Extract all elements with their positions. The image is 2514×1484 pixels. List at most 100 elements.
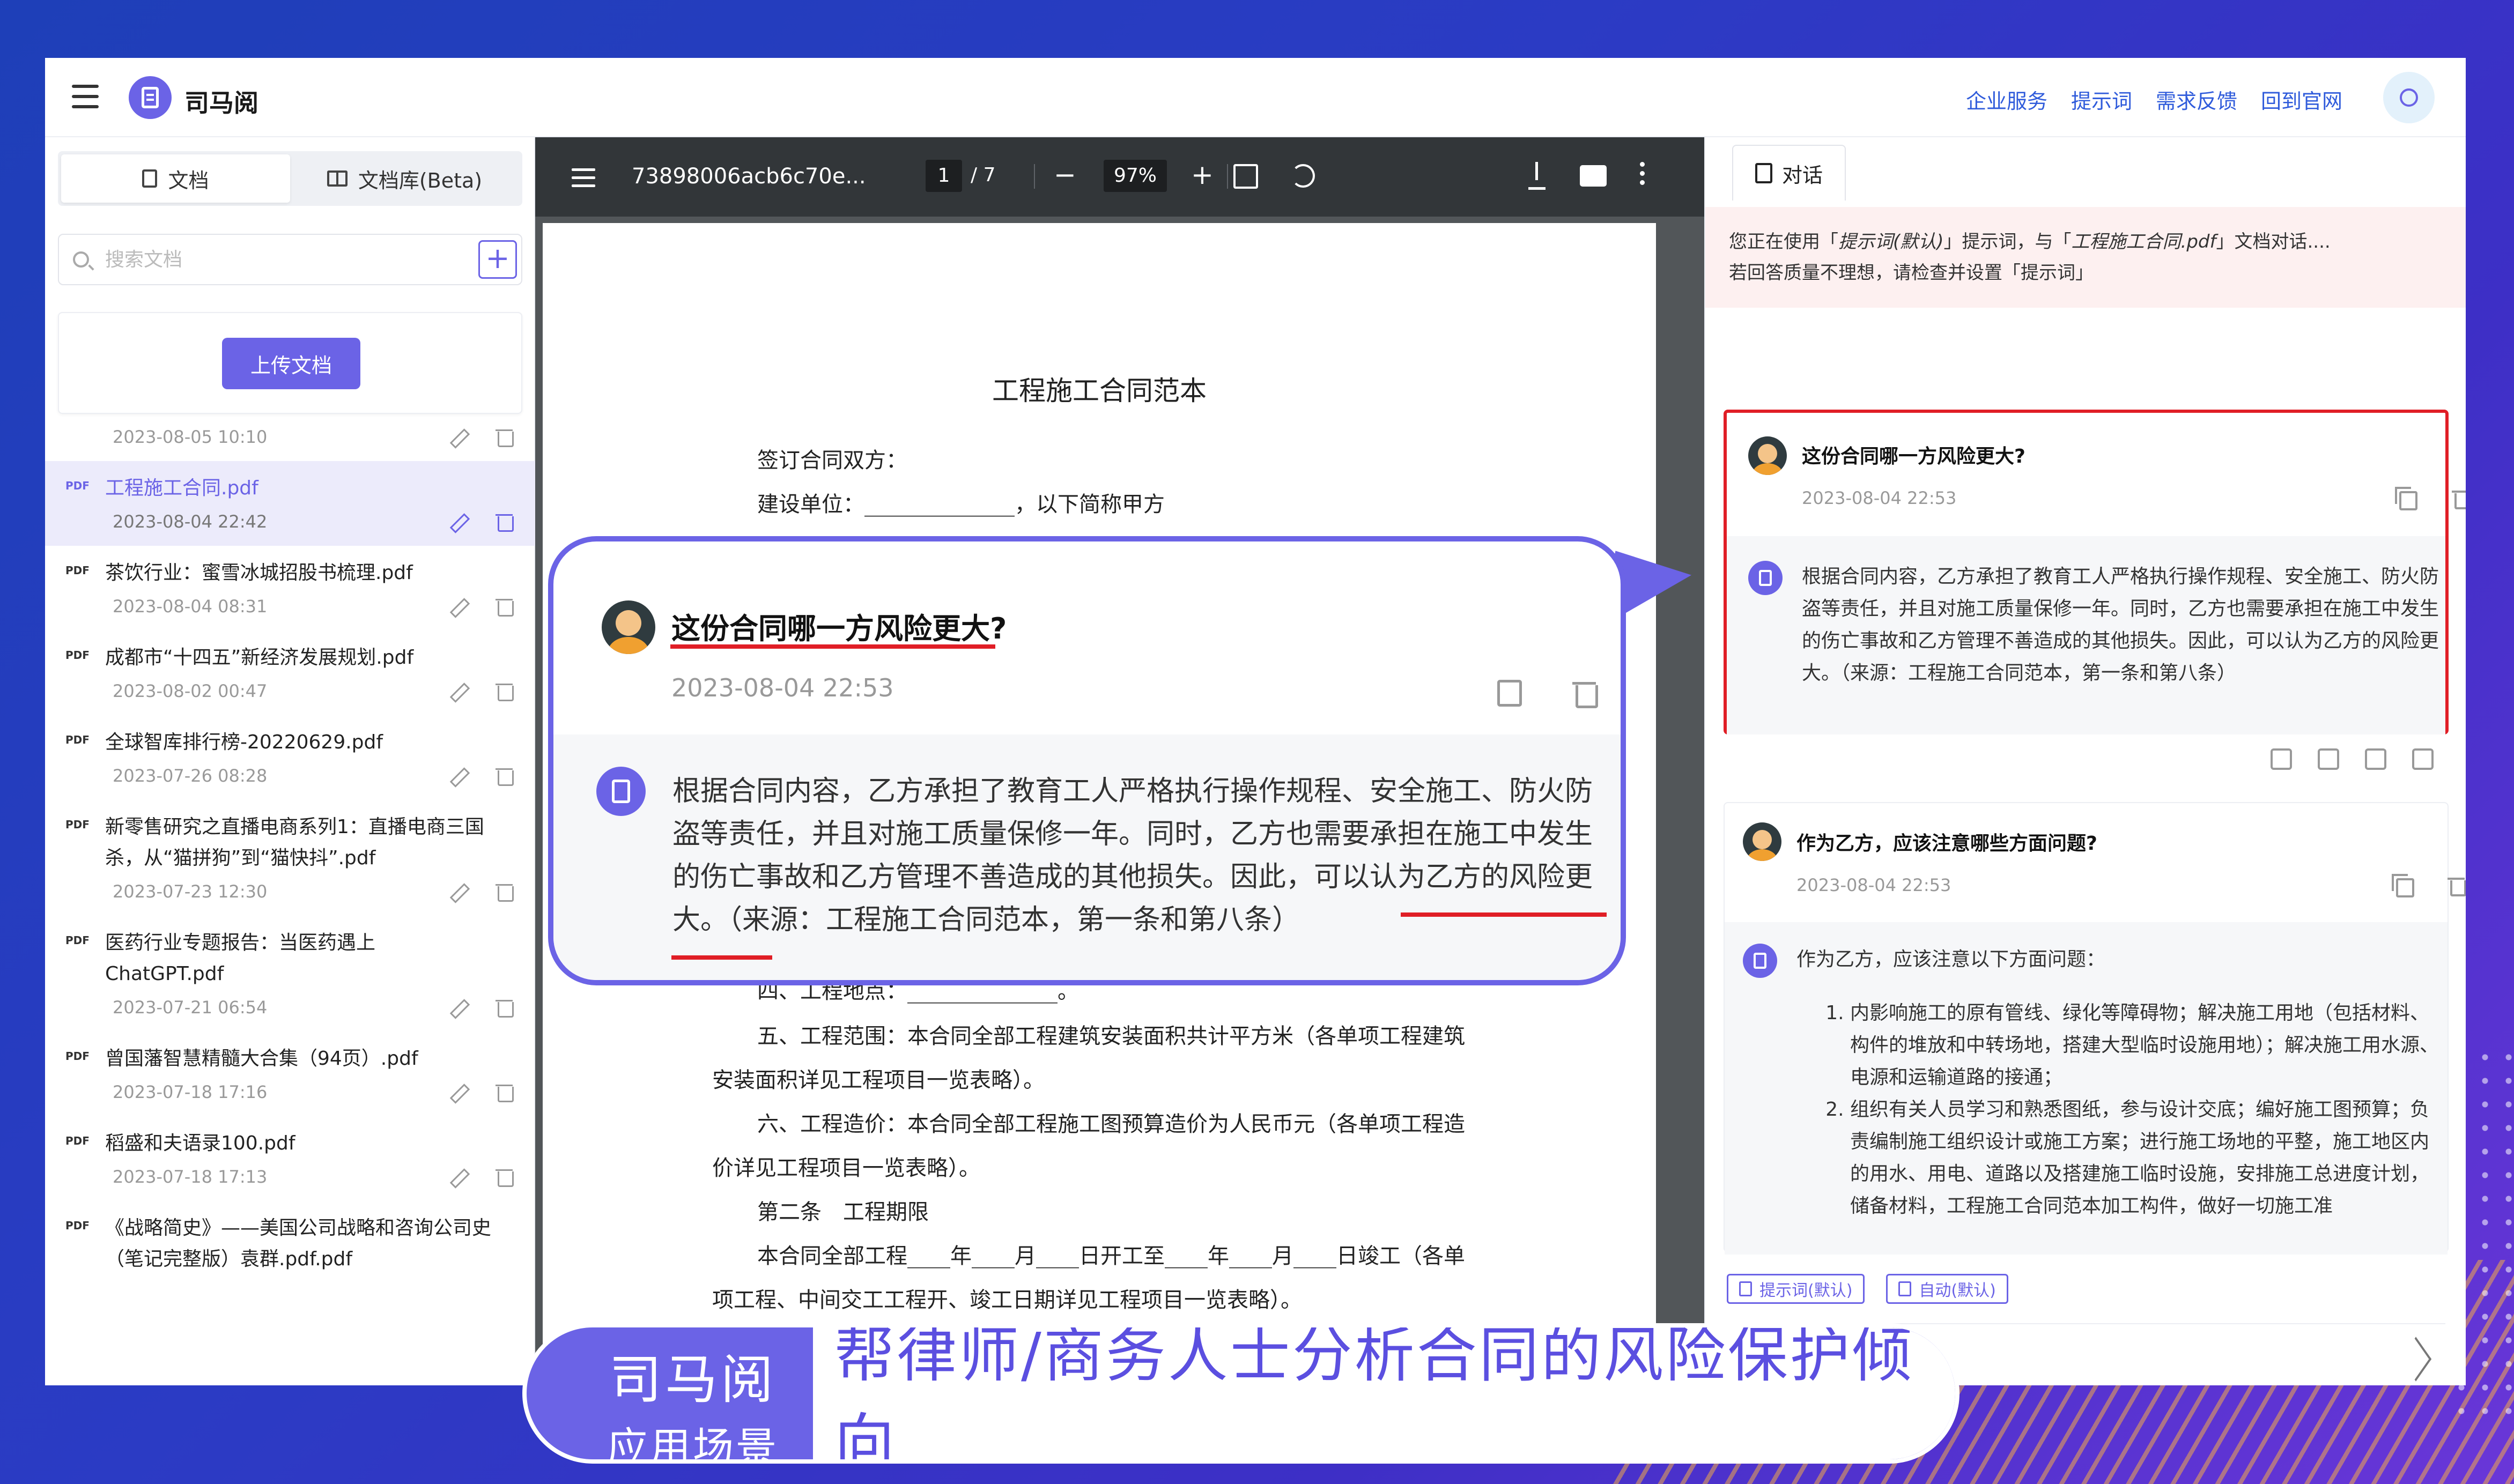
- list-item[interactable]: PDF 曾国藩智慧精髓大合集（94页）.pdf 2023-07-18 17:16: [45, 1032, 535, 1116]
- auto-translate-chip[interactable]: 自动(默认): [1886, 1274, 2008, 1304]
- prompt-notice: 您正在使用「提示词(默认)」提示词，与「工程施工合同.pdf」文档对话.... …: [1705, 207, 2466, 308]
- doc-time: 2023-07-18 17:16: [113, 1082, 268, 1102]
- list-item[interactable]: PDF 《战略简史》——美国公司战略和咨询公司史（笔记完整版）袁群.pdf.pd…: [45, 1201, 535, 1275]
- bot-avatar-icon: [1748, 561, 1783, 595]
- edit-icon[interactable]: [449, 766, 469, 785]
- nav-official-site[interactable]: 回到官网: [2261, 85, 2342, 114]
- list-item[interactable]: PDF 茶饮行业：蜜雪冰城招股书梳理.pdf 2023-08-04 08:31: [45, 546, 535, 630]
- list-item[interactable]: PDF 医药行业专题报告：当医药遇上ChatGPT.pdf 2023-07-21…: [45, 916, 535, 1032]
- translate-icon: [1898, 1281, 1912, 1296]
- zoom-callout: 这份合同哪一方风险更大? 2023-08-04 22:53 根据合同内容，乙方承…: [548, 536, 1626, 985]
- banner-subtitle: 应用场景: [607, 1423, 779, 1464]
- zoom-level[interactable]: 97%: [1104, 160, 1167, 192]
- pdf-badge: PDF: [65, 818, 90, 831]
- doc-time: 2023-07-23 12:30: [113, 881, 268, 902]
- search-input[interactable]: [105, 248, 448, 271]
- doc-name: 工程施工合同.pdf: [105, 477, 258, 499]
- delete-icon[interactable]: [494, 597, 514, 617]
- user-avatar: [602, 600, 655, 654]
- list-icon[interactable]: [2412, 748, 2434, 770]
- delete-icon[interactable]: [494, 882, 514, 902]
- list-item-selected[interactable]: PDF 工程施工合同.pdf 2023-08-04 22:42: [45, 461, 535, 546]
- edit-icon[interactable]: [449, 998, 469, 1017]
- document-list: 2023-08-05 10:10 PDF 工程施工合同.pdf 2023-08-…: [45, 421, 535, 1275]
- doc-name: 《战略简史》——美国公司战略和咨询公司史（笔记完整版）袁群.pdf.pdf: [105, 1217, 492, 1270]
- banner-brand-block: 司马阅 应用场景: [580, 1327, 805, 1459]
- tab-documents[interactable]: 文档: [61, 154, 290, 203]
- download-icon[interactable]: [1526, 162, 1548, 190]
- top-nav: 企业服务 提示词 需求反馈 回到官网: [1966, 85, 2342, 114]
- pdf-badge: PDF: [65, 564, 90, 577]
- tab-chat-label: 对话: [1781, 163, 1823, 187]
- pdf-text-line: 项工程、中间交工工程开、竣工日期详见工程项目一览表略）。: [712, 1288, 1302, 1312]
- chat-chips: 提示词(默认) 自动(默认): [1727, 1274, 2008, 1304]
- nav-feedback[interactable]: 需求反馈: [2156, 85, 2237, 114]
- zoom-in-icon[interactable]: +: [1185, 158, 1219, 192]
- add-document-button[interactable]: +: [478, 240, 517, 279]
- delete-icon[interactable]: [2452, 489, 2466, 509]
- prompt-chip[interactable]: 提示词(默认): [1727, 1274, 1865, 1304]
- search-box: +: [58, 234, 522, 285]
- delete-icon[interactable]: [494, 681, 514, 701]
- doc-name: 茶饮行业：蜜雪冰城招股书梳理.pdf: [105, 562, 413, 584]
- copy-icon[interactable]: [2395, 487, 2417, 510]
- edit-icon[interactable]: [449, 1082, 469, 1102]
- menu-icon[interactable]: [72, 85, 99, 108]
- answer-actions: [2271, 748, 2434, 770]
- tab-document-library[interactable]: 文档库(Beta): [290, 154, 519, 203]
- thumbs-up-icon[interactable]: [2271, 748, 2292, 770]
- tab-chat[interactable]: 对话: [1732, 145, 1846, 201]
- pdf-badge: PDF: [65, 934, 90, 947]
- copy-icon[interactable]: [2365, 748, 2386, 770]
- outline-menu-icon[interactable]: [572, 168, 595, 192]
- page-number-input[interactable]: 1: [926, 160, 962, 192]
- copy-icon[interactable]: [2392, 874, 2414, 897]
- edit-icon[interactable]: [449, 512, 469, 531]
- upload-button[interactable]: 上传文档: [222, 338, 360, 389]
- delete-icon[interactable]: [494, 512, 514, 532]
- pdf-doc-title: 工程施工合同范本: [992, 375, 1207, 406]
- copy-icon: [1497, 680, 1522, 707]
- user-avatar-icon[interactable]: [2383, 72, 2435, 123]
- answer-underline: [1401, 912, 1607, 917]
- edit-icon[interactable]: [449, 597, 469, 616]
- delete-icon[interactable]: [494, 427, 514, 447]
- edit-icon[interactable]: [449, 681, 469, 701]
- edit-icon[interactable]: [449, 1167, 469, 1186]
- question-underline: [670, 644, 995, 649]
- list-item[interactable]: PDF 稻盛和夫语录100.pdf 2023-07-18 17:13: [45, 1116, 535, 1201]
- fit-page-icon[interactable]: [1233, 164, 1258, 189]
- delete-icon[interactable]: [494, 1082, 514, 1102]
- thumbs-down-icon[interactable]: [2318, 748, 2339, 770]
- zoom-out-icon[interactable]: −: [1048, 158, 1082, 192]
- answer-list-item: 内影响施工的原有管线、绿化等障碍物；解决施工用地（包括材料、构件的堆放和中转场地…: [1850, 997, 2440, 1094]
- nav-enterprise-services[interactable]: 企业服务: [1966, 85, 2047, 114]
- delete-icon[interactable]: [2448, 876, 2466, 896]
- doc-name: 曾国藩智慧精髓大合集（94页）.pdf: [105, 1048, 418, 1070]
- list-item[interactable]: PDF 新零售研究之直播电商系列1：直播电商三国杀，从“猫拼狗”到“猫快抖”.p…: [45, 800, 535, 916]
- app-logo-icon: [129, 76, 172, 119]
- list-item[interactable]: PDF 成都市“十四五”新经济发展规划.pdf 2023-08-02 00:47: [45, 630, 535, 715]
- answer-list: 内影响施工的原有管线、绿化等障碍物；解决施工用地（包括材料、构件的堆放和中转场地…: [1829, 997, 2440, 1222]
- toolbar-divider: [1227, 164, 1228, 189]
- app-title: 司马阅: [184, 88, 258, 117]
- doc-time: 2023-07-18 17:13: [113, 1167, 268, 1187]
- delete-icon[interactable]: [494, 998, 514, 1018]
- more-options-icon[interactable]: [1640, 162, 1645, 189]
- answer-underline: [671, 955, 772, 960]
- edit-icon[interactable]: [449, 427, 469, 447]
- delete-icon: [1572, 679, 1598, 708]
- bot-avatar-icon: [596, 767, 646, 816]
- rotate-icon[interactable]: [1291, 164, 1315, 188]
- edit-icon[interactable]: [449, 882, 469, 901]
- chat-message: 作为乙方，应该注意哪些方面问题? 2023-08-04 22:53 作为乙方，应…: [1724, 802, 2466, 1255]
- list-item[interactable]: 2023-08-05 10:10: [45, 421, 535, 461]
- callout-answer-block: 根据合同内容，乙方承担了教育工人严格执行操作规程、安全施工、防火防盗等责任，并且…: [553, 734, 1621, 980]
- send-icon[interactable]: [2400, 1337, 2432, 1382]
- delete-icon[interactable]: [494, 1167, 514, 1187]
- delete-icon[interactable]: [494, 766, 514, 786]
- print-icon[interactable]: [1580, 165, 1607, 187]
- pdf-badge: PDF: [65, 1134, 90, 1147]
- nav-prompts[interactable]: 提示词: [2071, 85, 2132, 114]
- list-item[interactable]: PDF 全球智库排行榜-20220629.pdf 2023-07-26 08:2…: [45, 715, 535, 800]
